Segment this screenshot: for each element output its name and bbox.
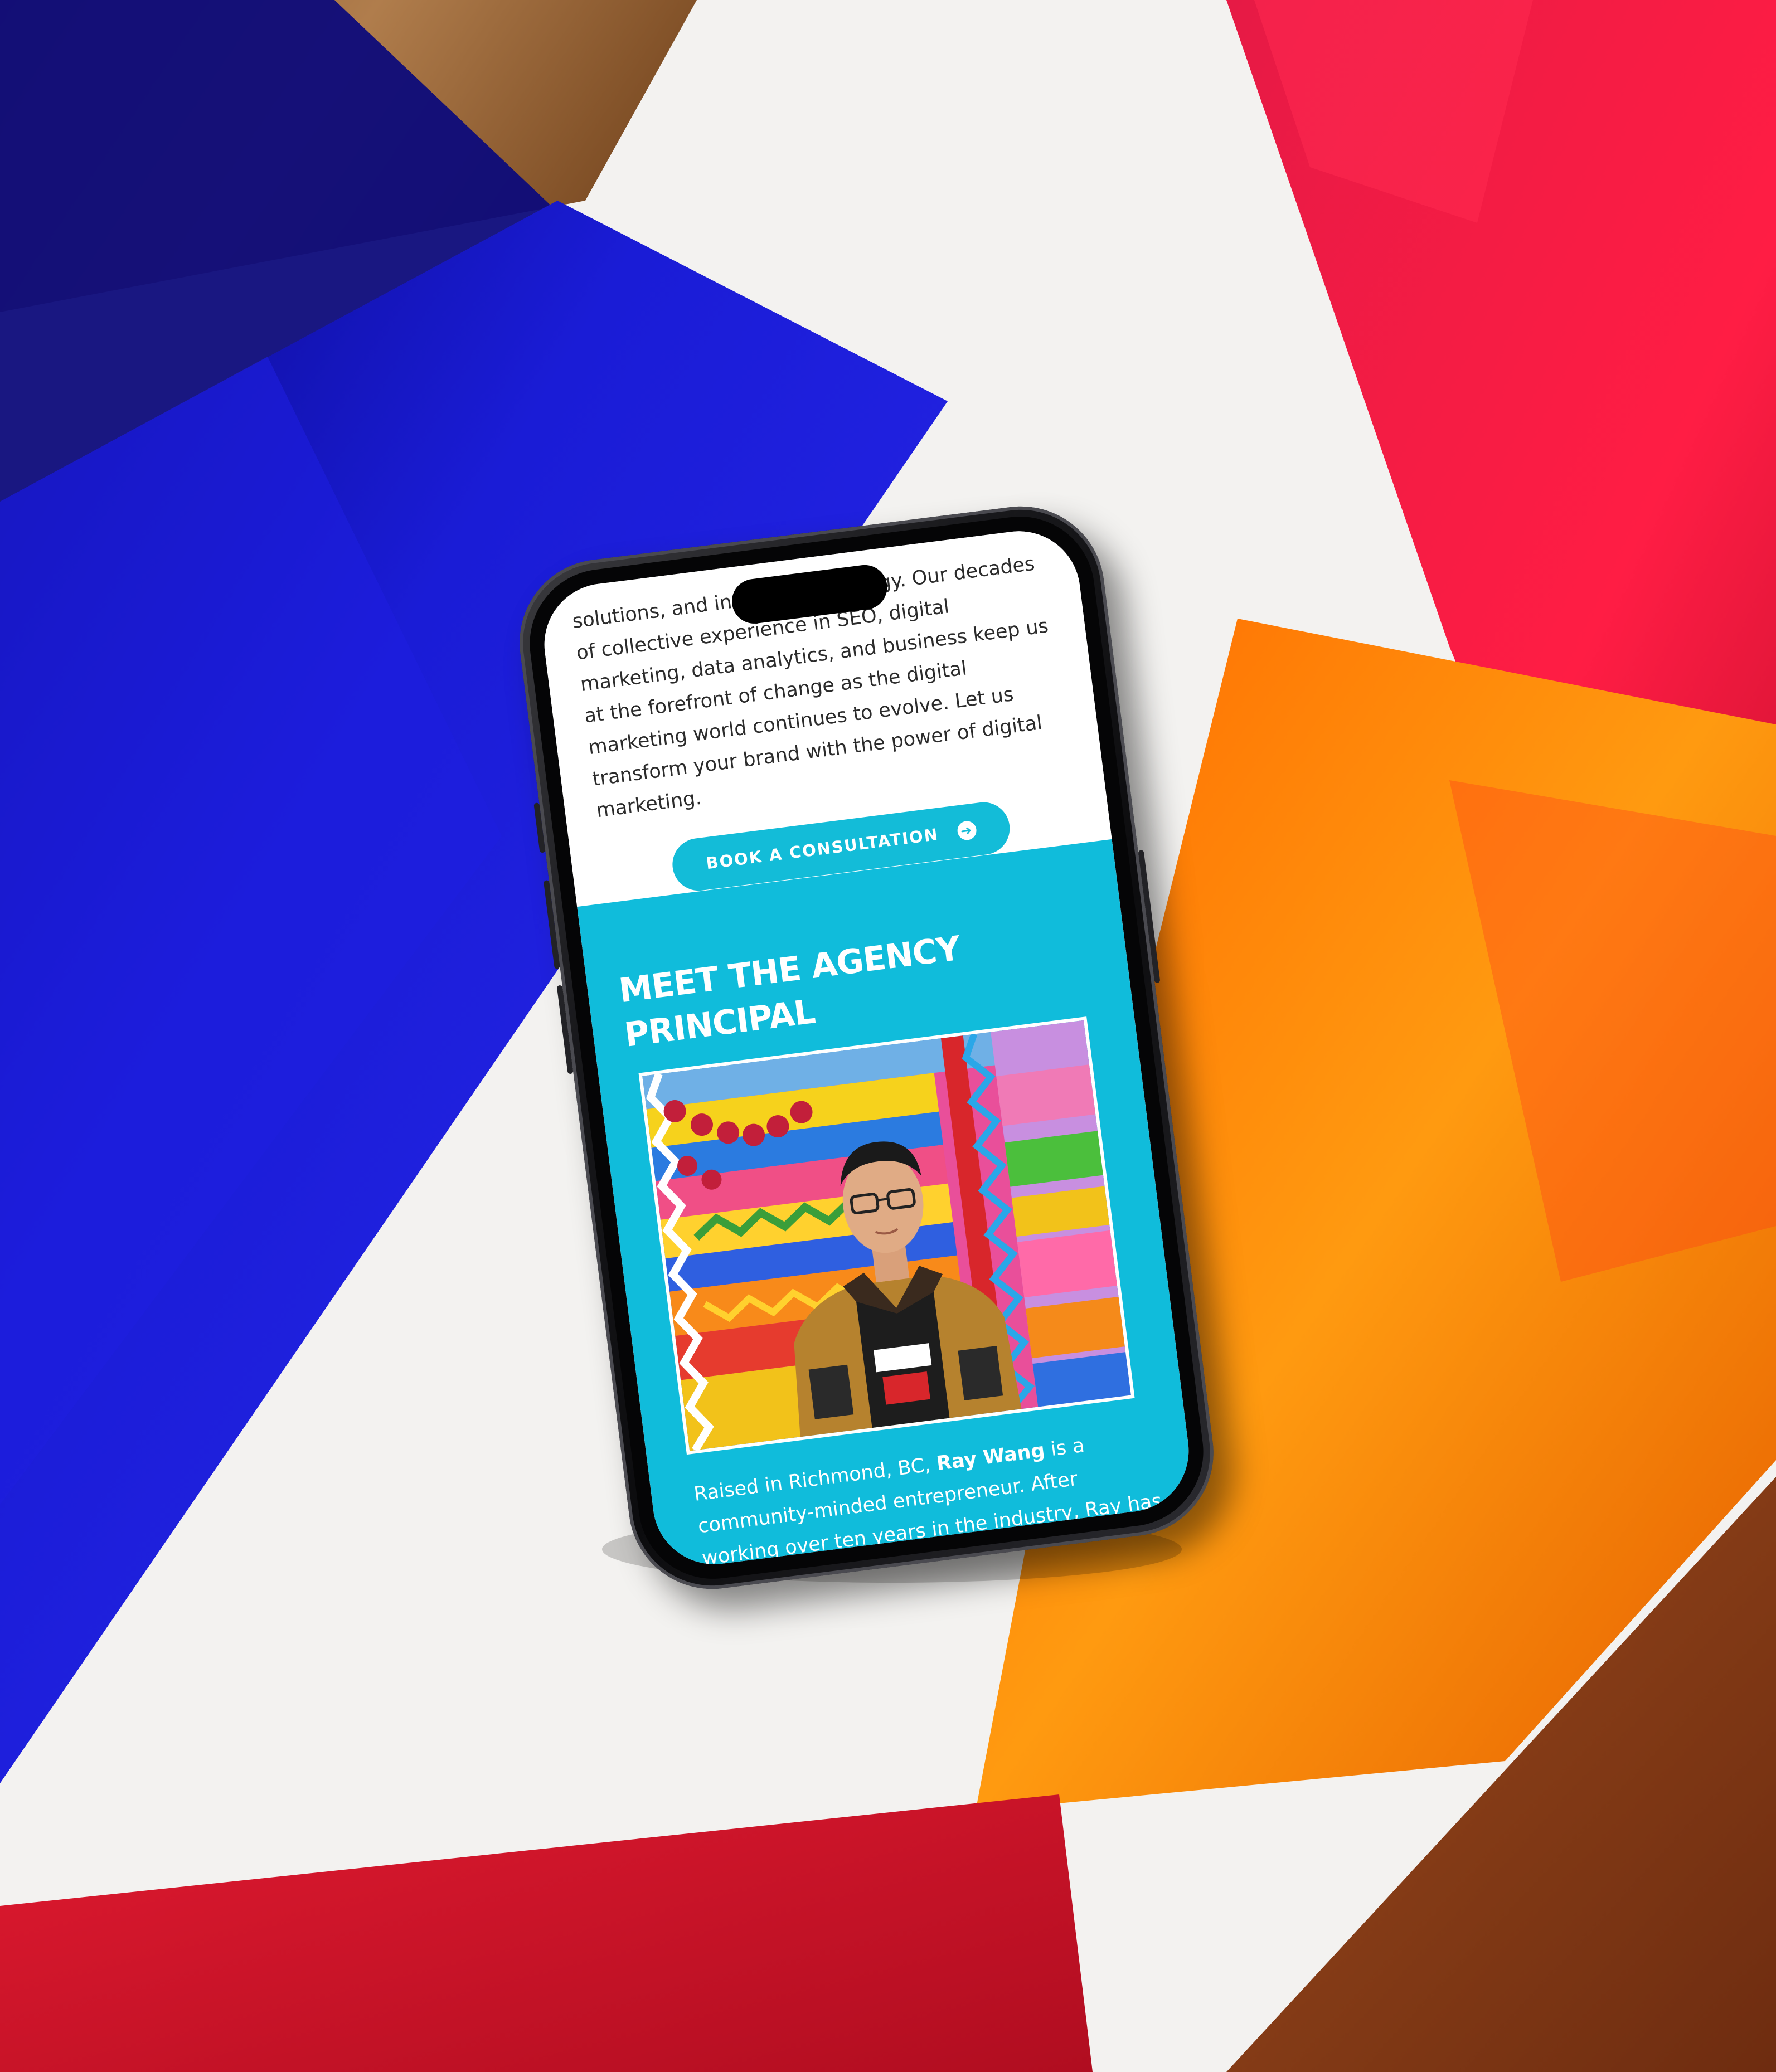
agency-principal-section: MEET THE AGENCY PRINCIPAL Raised in Rich… <box>577 839 1196 1572</box>
portrait-mural-image <box>642 1020 1131 1451</box>
principal-name: Ray Wang <box>935 1439 1046 1475</box>
photo-scene: solutions, and innovative strategy. Our … <box>0 0 1776 2072</box>
principal-portrait-photo <box>638 1016 1135 1455</box>
arrow-circle-right-icon: ➜ <box>956 820 978 842</box>
